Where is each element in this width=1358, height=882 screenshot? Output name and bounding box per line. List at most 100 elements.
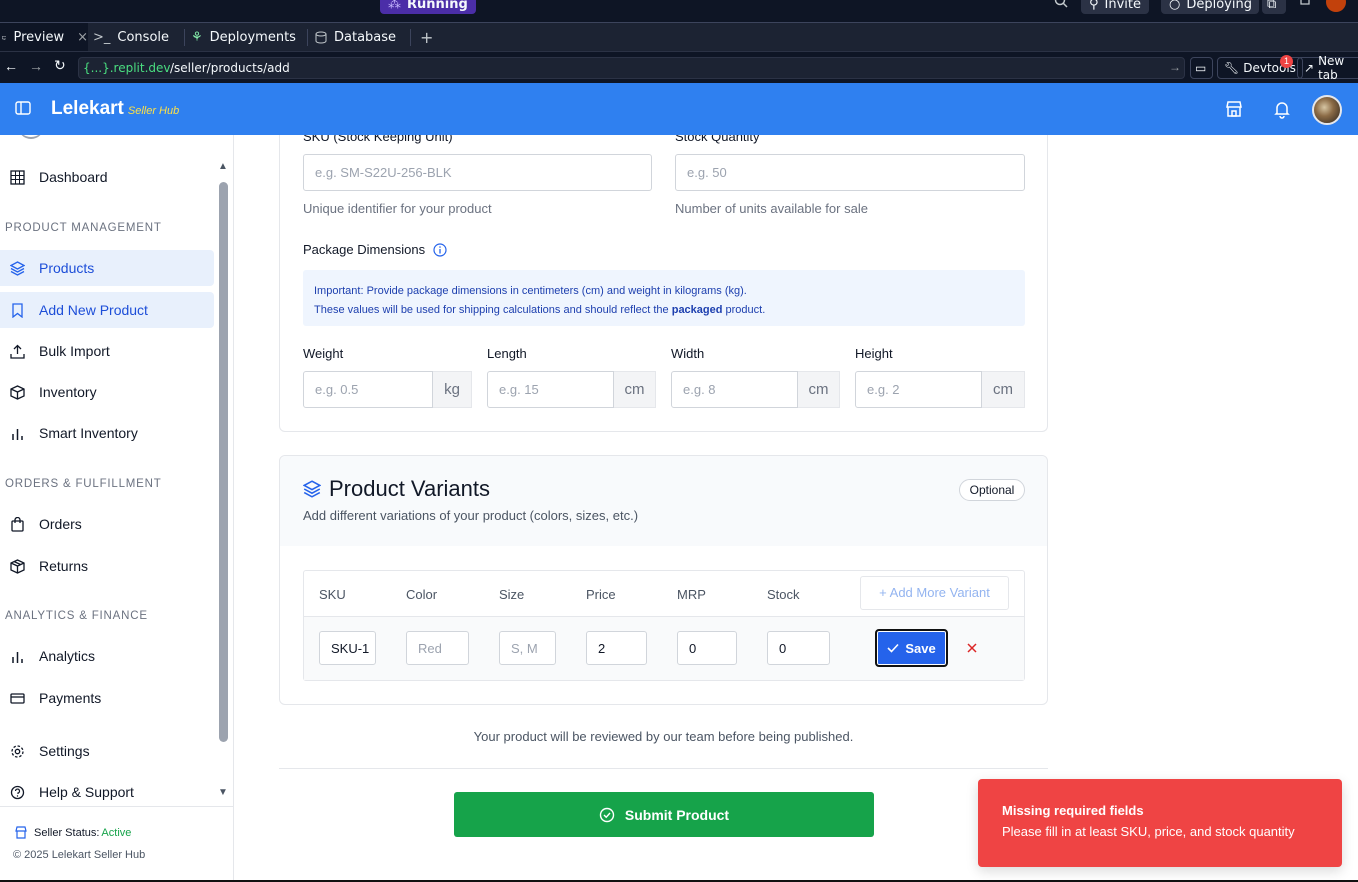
variants-subtitle: Add different variations of your product…	[303, 508, 639, 523]
reload-icon[interactable]: ↻	[54, 57, 66, 74]
width-placeholder: e.g. 8	[683, 382, 716, 397]
variant-size-input[interactable]: S, M	[499, 631, 556, 665]
sidebar-item-analytics[interactable]: Analytics	[0, 638, 214, 674]
new-tab-plus-icon[interactable]: +	[420, 23, 433, 52]
add-more-variant-button[interactable]: + Add More Variant	[860, 576, 1009, 610]
variant-stock-input[interactable]: 0	[767, 631, 830, 665]
width-unit: cm	[798, 371, 840, 408]
tab-divider	[184, 29, 185, 46]
new-tab-label: New tab	[1318, 54, 1345, 82]
tab-preview-label: Preview	[13, 30, 65, 45]
scroll-down-arrow-icon[interactable]: ▼	[218, 787, 228, 798]
deploy-icon: ⚘	[191, 30, 203, 45]
brand-logo[interactable]: Lelekart Seller Hub	[51, 98, 179, 120]
sidebar-item-label: Dashboard	[39, 169, 108, 185]
sidebar-toggle-icon[interactable]	[15, 101, 31, 115]
forward-icon[interactable]: →	[29, 58, 43, 74]
tab-deployments-label: Deployments	[209, 30, 296, 45]
gear-icon	[11, 744, 24, 758]
credit-card-icon	[10, 692, 25, 704]
user-icon: ⚲	[1089, 0, 1099, 12]
sidebar-item-add-new-product[interactable]: Add New Product	[0, 292, 214, 328]
bookmark-icon	[12, 302, 23, 318]
url-input[interactable]: {...}.replit.dev /seller/products/add →	[78, 57, 1185, 79]
error-toast[interactable]: Missing required fields Please fill in a…	[978, 779, 1342, 867]
length-label: Length	[487, 346, 527, 361]
stock-placeholder: e.g. 50	[687, 165, 727, 180]
preview-url-bar: ← → ↻ {...}.replit.dev /seller/products/…	[0, 51, 1358, 83]
width-input[interactable]: e.g. 8	[671, 371, 798, 408]
run-status-pill[interactable]: ⁂ Running	[380, 0, 476, 14]
seller-status-label: Seller Status:	[34, 826, 100, 839]
optional-badge: Optional	[959, 479, 1025, 501]
search-icon[interactable]	[1054, 0, 1068, 8]
bell-icon[interactable]	[1298, 0, 1312, 8]
tab-preview[interactable]: Preview ×	[0, 23, 88, 52]
copyright: © 2025 Lelekart Seller Hub	[13, 849, 146, 861]
variant-mrp-input[interactable]: 0	[677, 631, 737, 665]
column-header-stock: Stock	[767, 587, 800, 602]
tab-database[interactable]: Database	[315, 23, 396, 52]
sidebar-item-help[interactable]: Help & Support	[0, 774, 214, 810]
tab-console[interactable]: >_ Console	[93, 23, 169, 52]
device-preview-button[interactable]: ▭	[1190, 57, 1213, 79]
variant-color-input[interactable]: Red	[406, 631, 469, 665]
sidebar-item-dashboard[interactable]: Dashboard	[0, 159, 214, 195]
sidebar-item-inventory[interactable]: Inventory	[0, 374, 214, 410]
variant-sku-input[interactable]: SKU-1	[319, 631, 376, 665]
sidebar-item-settings[interactable]: Settings	[0, 733, 214, 769]
weight-input[interactable]: e.g. 0.5	[303, 371, 433, 408]
new-tab-button[interactable]: ↗ New tab	[1297, 54, 1358, 82]
deploying-button[interactable]: ○ Deploying	[1161, 0, 1259, 14]
url-path: /seller/products/add	[170, 61, 290, 75]
user-avatar[interactable]	[1312, 95, 1342, 125]
package-return-icon	[10, 558, 25, 574]
sidebar-scrollbar[interactable]: ▲ ▼	[216, 161, 230, 805]
variant-mrp-value: 0	[689, 640, 697, 656]
sidebar-item-label: Payments	[39, 690, 102, 706]
package-info-box: Important: Provide package dimensions in…	[303, 270, 1025, 326]
scroll-up-arrow-icon[interactable]: ▲	[218, 161, 228, 172]
stock-quantity-input[interactable]: e.g. 50	[675, 154, 1025, 191]
variants-title: Product Variants	[329, 476, 491, 501]
store-icon	[15, 826, 27, 839]
deploying-label: Deploying	[1186, 0, 1252, 12]
info-icon[interactable]	[433, 242, 447, 257]
info-line-2: These values will be used for shipping c…	[314, 301, 1014, 320]
width-label: Width	[671, 346, 705, 361]
go-arrow-icon[interactable]: →	[1169, 60, 1181, 74]
bell-icon[interactable]	[1272, 99, 1292, 119]
footer-divider	[279, 768, 1048, 769]
back-icon[interactable]: ←	[4, 58, 18, 74]
info-line-1: Important: Provide package dimensions in…	[314, 285, 747, 297]
invite-label: Invite	[1104, 0, 1142, 12]
length-input[interactable]: e.g. 15	[487, 371, 614, 408]
invite-button[interactable]: ⚲ Invite	[1081, 0, 1150, 14]
variant-save-button[interactable]: Save	[875, 629, 948, 667]
open-external-button[interactable]: ⧉	[1262, 0, 1286, 14]
bar-chart-icon	[12, 428, 23, 440]
devtools-badge: 1	[1280, 55, 1293, 68]
tab-deployments[interactable]: ⚘ Deployments	[191, 23, 296, 52]
sidebar-item-smart-inventory[interactable]: Smart Inventory	[0, 415, 214, 451]
tab-divider	[410, 29, 411, 46]
sidebar-item-orders[interactable]: Orders	[0, 506, 214, 542]
sidebar-item-bulk-import[interactable]: Bulk Import	[0, 333, 214, 369]
close-icon[interactable]: ×	[77, 30, 88, 45]
submit-product-button[interactable]: Submit Product	[454, 792, 874, 837]
close-icon[interactable]	[967, 643, 977, 653]
sidebar-item-returns[interactable]: Returns	[0, 548, 214, 584]
url-domain: {...}.replit.dev	[83, 61, 171, 75]
run-status-icon: ⁂	[388, 0, 401, 12]
user-avatar-small[interactable]	[1326, 0, 1346, 12]
wrench-icon: 🔧︎	[1224, 61, 1240, 75]
sidebar-item-payments[interactable]: Payments	[0, 680, 214, 716]
sku-input[interactable]: e.g. SM-S22U-256-BLK	[303, 154, 652, 191]
height-input[interactable]: e.g. 2	[855, 371, 982, 408]
sidebar-item-products[interactable]: Products	[0, 250, 214, 286]
sku-placeholder: e.g. SM-S22U-256-BLK	[315, 165, 452, 180]
scroll-thumb[interactable]	[219, 182, 228, 742]
store-icon[interactable]	[1224, 99, 1244, 119]
package-dimensions-title: Package Dimensions	[303, 242, 447, 257]
variant-price-input[interactable]: 2	[586, 631, 647, 665]
